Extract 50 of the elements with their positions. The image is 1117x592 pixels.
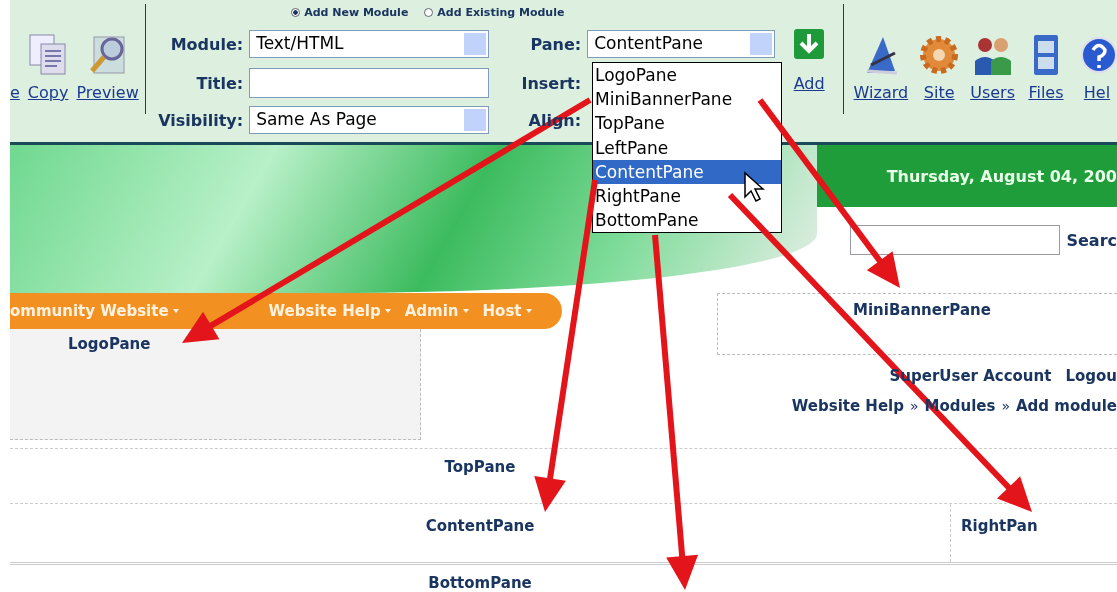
- radio-label: Add New Module: [304, 5, 409, 19]
- dropdown-option[interactable]: ContentPane: [593, 159, 781, 184]
- dropdown-option[interactable]: MiniBannerPane: [593, 87, 781, 112]
- toolbar-link[interactable]: Files: [1028, 83, 1064, 102]
- add-link[interactable]: Add: [781, 73, 838, 93]
- breadcrumb-separator: »: [909, 398, 919, 414]
- dropdown-option[interactable]: BottomPane: [593, 208, 781, 233]
- dropdown-option[interactable]: TopPane: [593, 111, 781, 136]
- dropdown-option[interactable]: LeftPane: [593, 135, 781, 160]
- copy-icon[interactable]: [28, 33, 69, 77]
- mouse-pointer-icon: [743, 171, 765, 203]
- dropdown-option[interactable]: LogoPane: [593, 63, 781, 88]
- pane-title: MiniBannerPane: [853, 301, 991, 319]
- radio-button[interactable]: [424, 7, 434, 17]
- pane-label: Pane:: [529, 34, 582, 54]
- toolbar-link[interactable]: Wizard: [853, 83, 909, 102]
- module-label: Module:: [169, 34, 244, 54]
- caret-icon: [384, 309, 391, 313]
- breadcrumb-link[interactable]: Website Help: [791, 397, 904, 415]
- user-link[interactable]: Logou: [1065, 367, 1117, 385]
- gear-icon[interactable]: [919, 33, 960, 77]
- toolbar-link[interactable]: Preview: [76, 83, 139, 102]
- pane-title: TopPane: [444, 458, 516, 476]
- title-label: Title:: [195, 73, 244, 93]
- toolbar-link[interactable]: Users: [970, 83, 1015, 102]
- radio-label: Add Existing Module: [437, 5, 565, 19]
- title-field[interactable]: [249, 68, 490, 98]
- pane-title: LogoPane: [67, 334, 152, 353]
- search-field[interactable]: [850, 225, 1061, 255]
- pane-title: RightPan: [961, 517, 1038, 535]
- caret-icon: [172, 309, 179, 313]
- breadcrumb-link[interactable]: Add module: [1016, 397, 1117, 415]
- visibility-label: Visibility:: [157, 110, 244, 130]
- module-dropdown[interactable]: Text/HTML: [249, 30, 490, 58]
- pane-dropdown[interactable]: ContentPane: [587, 30, 776, 58]
- visibility-dropdown[interactable]: Same As Page: [249, 106, 490, 134]
- search-link[interactable]: Searc: [1066, 230, 1117, 250]
- caret-icon: [525, 309, 532, 313]
- pane-title: BottomPane: [428, 574, 532, 592]
- date-text: Thursday, August 04, 200: [886, 166, 1117, 186]
- caret-icon: [462, 309, 469, 313]
- toolbar-link[interactable]: Hel: [1083, 83, 1111, 102]
- pane-title: ContentPane: [425, 517, 535, 535]
- toolbar-link[interactable]: Copy: [27, 83, 69, 102]
- toolbar-link[interactable]: e: [10, 83, 20, 102]
- insert-label: Insert:: [520, 73, 582, 93]
- breadcrumb-separator: »: [1001, 398, 1010, 414]
- magnifier-icon[interactable]: [87, 33, 128, 77]
- toolbar-link[interactable]: Site: [923, 83, 955, 102]
- radio-button[interactable]: [291, 7, 301, 17]
